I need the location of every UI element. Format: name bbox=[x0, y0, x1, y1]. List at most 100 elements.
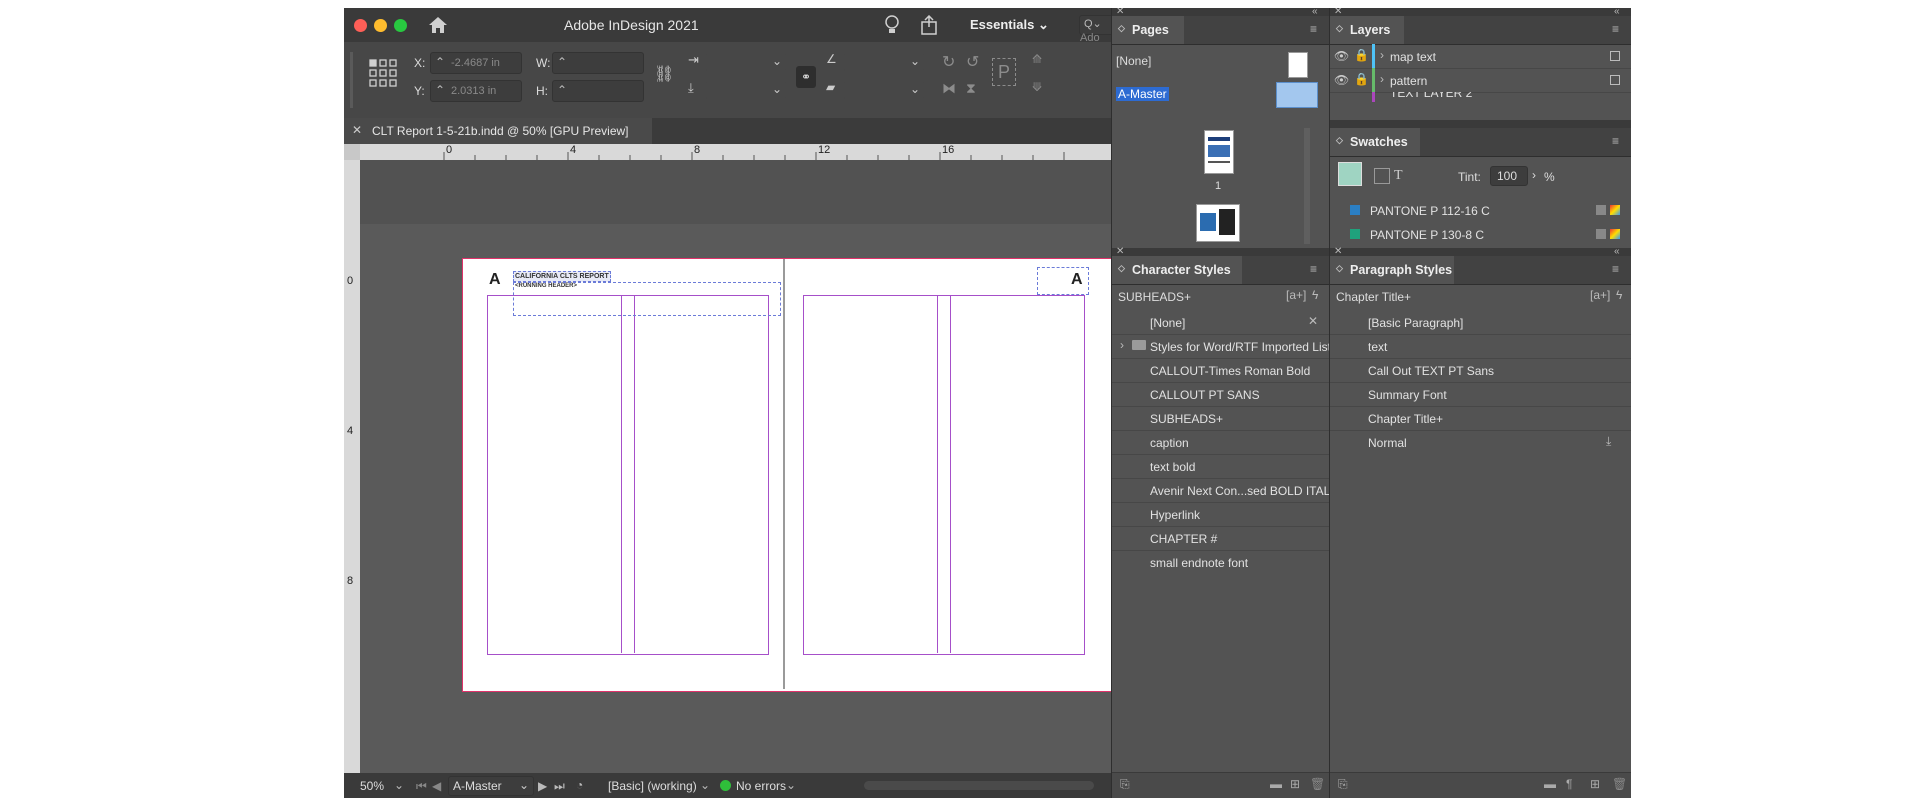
next-page-icon[interactable]: ▶ bbox=[538, 779, 547, 793]
formatting-text-icon[interactable]: T bbox=[1394, 168, 1403, 184]
chevron-down-icon[interactable]: ⌄ bbox=[786, 778, 796, 792]
eye-icon[interactable]: 👁 bbox=[1334, 73, 1349, 87]
paragraph-style-item[interactable]: text bbox=[1330, 334, 1631, 359]
none-page-thumbnail[interactable] bbox=[1288, 52, 1308, 78]
character-style-item[interactable]: text bold bbox=[1112, 454, 1329, 479]
flip-vertical-icon[interactable]: ⧗ bbox=[966, 80, 976, 97]
character-styles-tab[interactable]: ◇ Character Styles bbox=[1112, 256, 1242, 284]
swatches-tab[interactable]: ◇ Swatches bbox=[1330, 128, 1420, 156]
page-1-thumbnail[interactable] bbox=[1204, 130, 1234, 174]
h-field[interactable]: ⌃ bbox=[552, 80, 644, 102]
panel-collapse-strip[interactable] bbox=[1112, 248, 1329, 256]
character-style-item[interactable]: CALLOUT-Times Roman Bold bbox=[1112, 358, 1329, 383]
character-style-item[interactable]: small endnote font bbox=[1112, 550, 1329, 574]
paragraph-icon[interactable]: P bbox=[992, 58, 1016, 86]
preflight-profile[interactable]: [Basic] (working) bbox=[608, 779, 697, 793]
chevron-right-icon[interactable]: › bbox=[1120, 338, 1124, 352]
tint-field[interactable]: 100 bbox=[1490, 166, 1528, 186]
layer-target-icon[interactable] bbox=[1610, 51, 1620, 61]
panel-collapse-strip[interactable] bbox=[1330, 8, 1631, 16]
character-style-item[interactable]: Avenir Next Con...sed BOLD ITALIC bbox=[1112, 478, 1342, 503]
first-page-icon[interactable]: ⏮ bbox=[416, 779, 427, 794]
close-window-button[interactable] bbox=[354, 19, 367, 32]
y-field[interactable]: ⌃ 2.0313 in bbox=[430, 80, 522, 102]
chevron-right-icon[interactable]: › bbox=[1380, 72, 1384, 86]
horizontal-scrollbar[interactable] bbox=[864, 781, 1094, 790]
create-style-from-selection-icon[interactable]: [a+] bbox=[1590, 288, 1610, 302]
new-style-icon[interactable]: ⊞ bbox=[1290, 777, 1300, 791]
fill-swatch[interactable] bbox=[1338, 162, 1362, 186]
new-group-icon[interactable]: ▬ bbox=[1544, 777, 1556, 791]
pages-item-a-master[interactable]: A-Master bbox=[1116, 87, 1169, 101]
lightning-icon[interactable]: ϟ bbox=[1616, 288, 1622, 302]
lock-icon[interactable]: 🔒 bbox=[1354, 48, 1369, 62]
spread-2-thumbnail[interactable] bbox=[1196, 204, 1240, 242]
minimize-window-button[interactable] bbox=[374, 19, 387, 32]
panel-menu-icon[interactable]: ≡ bbox=[1612, 134, 1619, 148]
ruler-origin[interactable] bbox=[344, 144, 360, 160]
pages-tab[interactable]: ◇ Pages bbox=[1112, 16, 1184, 44]
panel-collapse-strip[interactable] bbox=[1330, 120, 1631, 128]
right-page[interactable]: A bbox=[785, 259, 1111, 689]
flip-horizontal-icon[interactable]: ⧓ bbox=[942, 80, 956, 97]
pages-scrollbar[interactable] bbox=[1304, 128, 1310, 244]
panel-collapse-strip[interactable] bbox=[1330, 248, 1631, 256]
trash-icon[interactable]: 🗑 bbox=[1612, 777, 1627, 791]
master-spread[interactable]: A CALIFORNIA CLTS REPORT <RUNNING HEADER… bbox=[462, 258, 1113, 692]
scale-y-field[interactable]: ⌄ bbox=[706, 80, 786, 100]
lightbulb-icon[interactable] bbox=[884, 15, 900, 38]
paragraph-styles-tab[interactable]: ◇ Paragraph Styles bbox=[1330, 256, 1454, 284]
layer-target-icon[interactable] bbox=[1610, 75, 1620, 85]
new-group-icon[interactable]: ▬ bbox=[1270, 777, 1282, 791]
panel-menu-icon[interactable]: ≡ bbox=[1310, 22, 1317, 36]
clear-overrides-icon[interactable]: ¶ bbox=[1566, 777, 1572, 791]
left-page[interactable]: A CALIFORNIA CLTS REPORT <RUNNING HEADER… bbox=[463, 259, 783, 689]
text-frame-outline[interactable] bbox=[513, 282, 781, 316]
load-styles-icon[interactable]: ⎘ bbox=[1120, 777, 1130, 792]
chevron-right-icon[interactable]: › bbox=[1532, 168, 1536, 182]
horizontal-ruler[interactable]: 0 4 8 12 16 bbox=[344, 144, 1111, 160]
character-style-group[interactable]: › Styles for Word/RTF Imported Lists bbox=[1112, 334, 1337, 359]
chevron-down-icon[interactable]: ⌄ bbox=[394, 778, 404, 792]
chevron-down-icon[interactable]: ⌄ bbox=[700, 778, 710, 792]
paragraph-style-item[interactable]: Summary Font bbox=[1330, 382, 1631, 407]
paragraph-style-item[interactable]: [Basic Paragraph] bbox=[1330, 310, 1631, 335]
home-icon[interactable] bbox=[428, 16, 448, 37]
trash-icon[interactable]: 🗑 bbox=[1310, 777, 1325, 791]
zoom-level[interactable]: 50% bbox=[360, 779, 384, 793]
formatting-container-icon[interactable] bbox=[1374, 168, 1390, 184]
scale-x-field[interactable]: ⌄ bbox=[706, 52, 786, 72]
text-frame-outline[interactable] bbox=[1037, 267, 1089, 295]
zoom-window-button[interactable] bbox=[394, 19, 407, 32]
x-field[interactable]: ⌃ -2.4687 in bbox=[430, 52, 522, 74]
eye-icon[interactable]: 👁 bbox=[1334, 49, 1349, 63]
panel-menu-icon[interactable]: ≡ bbox=[1612, 262, 1619, 276]
panel-menu-icon[interactable]: ≡ bbox=[1612, 22, 1619, 36]
character-style-item[interactable]: [None] ✕ bbox=[1112, 310, 1329, 335]
preflight-icon[interactable]: ◔ bbox=[576, 778, 583, 792]
lightning-icon[interactable]: ϟ bbox=[1312, 288, 1318, 302]
document-tab[interactable]: ✕ CLT Report 1-5-21b.indd @ 50% [GPU Pre… bbox=[344, 118, 652, 144]
link-scale-icon[interactable]: ⚭ bbox=[796, 66, 816, 88]
reference-point-icon[interactable] bbox=[368, 58, 398, 91]
a-master-thumbnail[interactable] bbox=[1276, 82, 1318, 108]
create-style-from-selection-icon[interactable]: [a+] bbox=[1286, 288, 1306, 302]
character-style-item[interactable]: CALLOUT PT SANS bbox=[1112, 382, 1329, 407]
character-style-item[interactable]: caption bbox=[1112, 430, 1329, 455]
paragraph-style-item[interactable]: Normal ⤓ bbox=[1330, 430, 1631, 454]
rotate-ccw-icon[interactable]: ↺ bbox=[966, 52, 979, 72]
character-style-item[interactable]: SUBHEADS+ bbox=[1112, 406, 1329, 431]
workspace-switcher[interactable]: Essentials ⌄ bbox=[970, 17, 1049, 33]
panel-menu-icon[interactable]: ≡ bbox=[1310, 262, 1317, 276]
new-style-icon[interactable]: ⊞ bbox=[1590, 777, 1600, 791]
paragraph-style-item[interactable]: Chapter Title+ bbox=[1330, 406, 1631, 431]
character-style-item[interactable]: Hyperlink bbox=[1112, 502, 1329, 527]
page-field[interactable]: A-Master ⌄ bbox=[448, 776, 534, 796]
shear-field[interactable]: ⌄ bbox=[844, 80, 924, 100]
share-icon[interactable] bbox=[920, 14, 938, 38]
layers-tab[interactable]: ◇ Layers bbox=[1330, 16, 1404, 44]
close-icon[interactable]: ✕ bbox=[352, 123, 362, 137]
toolbar-grip[interactable] bbox=[350, 52, 353, 108]
lock-icon[interactable]: 🔒 bbox=[1354, 72, 1369, 86]
preflight-errors[interactable]: No errors bbox=[736, 779, 786, 793]
